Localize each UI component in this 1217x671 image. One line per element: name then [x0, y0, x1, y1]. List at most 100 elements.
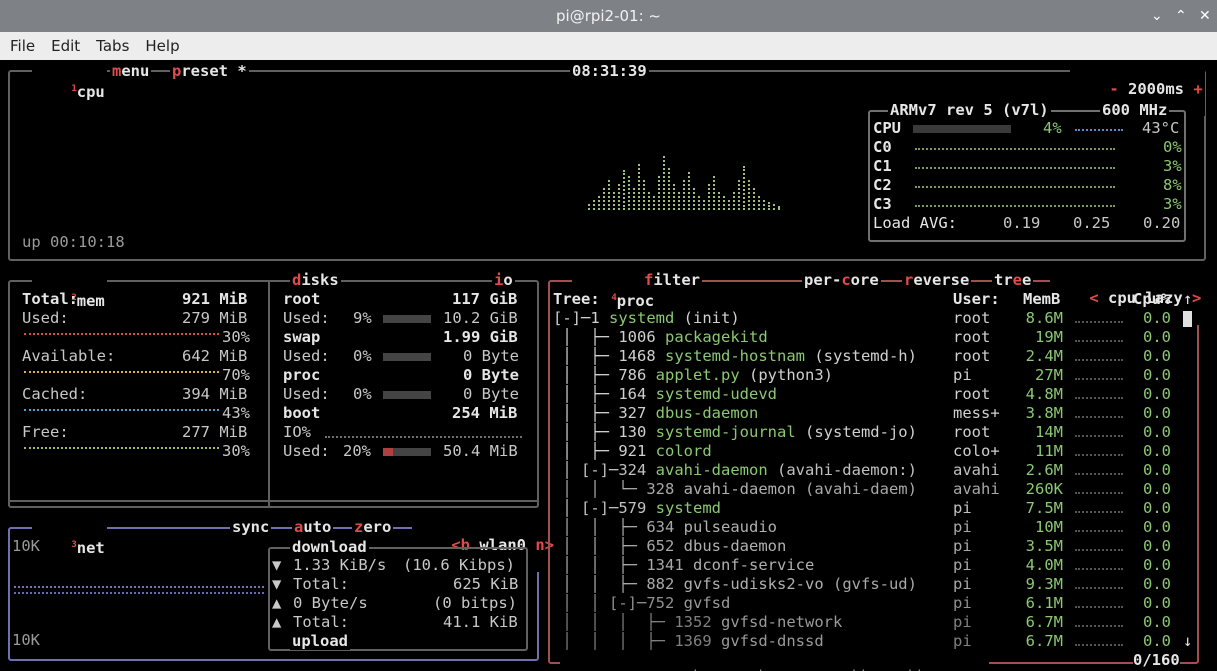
process-cpu: 0.0 — [1143, 537, 1171, 555]
process-row[interactable]: │ │ │ ├─ 1369 gvfsd-dnssd — [553, 632, 948, 651]
process-cpu: 0.0 — [1143, 480, 1171, 498]
disk-swap-used-label: Used: — [283, 347, 330, 365]
mem-row-value: 279 MiB — [182, 309, 248, 327]
net-ul-total-arrow: ▲ — [272, 613, 282, 631]
net-zero[interactable]: zero — [352, 518, 394, 536]
proc-sort[interactable]: < cpu lazy > — [1050, 271, 1204, 325]
disk-proc-used-pct: 0% — [353, 385, 372, 403]
cpu-graph-bar — [643, 180, 645, 210]
proc-per-core[interactable]: per-core — [802, 271, 881, 289]
scroll-up-icon[interactable]: ↑ — [1183, 290, 1192, 309]
process-pid: 752 — [646, 594, 675, 612]
process-row[interactable]: │ │ ├─ 652 dbus-daemon — [553, 537, 948, 556]
clock: 08:31:39 — [570, 62, 649, 80]
process-cpu: 0.0 — [1143, 461, 1171, 479]
io-toggle[interactable]: io — [492, 271, 515, 289]
mem-row-label: Available: — [22, 347, 116, 365]
menu-edit[interactable]: Edit — [51, 37, 80, 55]
load-1: 0.19 — [1003, 214, 1041, 232]
menu-file[interactable]: File — [10, 37, 35, 55]
process-cpu-graph — [1075, 625, 1123, 630]
process-row[interactable]: │ │ │ ├─ 1352 gvfsd-network — [553, 613, 948, 632]
mem-row-value: 394 MiB — [182, 385, 248, 403]
proc-reverse[interactable]: reverse — [902, 271, 972, 289]
cpu-graph-bar — [698, 196, 700, 210]
net-auto[interactable]: auto — [292, 518, 334, 536]
process-row[interactable]: │ │ [-]─752 gvfsd — [553, 594, 948, 613]
net-ul-total-label: Total: — [293, 613, 349, 631]
interval-plus[interactable]: + — [1193, 80, 1202, 98]
preset-tab[interactable]: reset * — [181, 62, 246, 80]
process-args: (avahi-daemon:) — [767, 461, 917, 479]
col-cpu[interactable]: Cpu% — [1133, 290, 1170, 309]
disk-swap-meter — [383, 347, 431, 366]
minimize-icon[interactable]: ⌄ — [1151, 0, 1163, 32]
col-mem[interactable]: MemB — [1023, 290, 1060, 309]
disk-proc-meter — [383, 385, 431, 404]
process-row[interactable]: │ ├─ 327 dbus-daemon — [553, 404, 948, 423]
process-cpu: 0.0 — [1143, 575, 1171, 593]
process-mem: 3.8M — [1025, 404, 1063, 422]
process-row[interactable]: │ ├─ 130 systemd-journal (systemd-jo) — [553, 423, 948, 442]
cpu-temp-graph — [1075, 129, 1123, 134]
process-cpu: 0.0 — [1143, 556, 1171, 574]
process-row[interactable]: │ ├─ 1468 systemd-hostnam (systemd-h) — [553, 347, 948, 366]
process-row[interactable]: │ │ ├─ 634 pulseaudio — [553, 518, 948, 537]
disks-title[interactable]: disks — [290, 271, 341, 289]
process-cpu-graph — [1075, 435, 1123, 440]
disk-proc-size: 0 Byte — [463, 366, 519, 384]
process-cpu-graph — [1075, 397, 1123, 402]
process-tree-prefix: │ │ ├─ — [553, 537, 647, 555]
process-args: (init) — [674, 309, 740, 327]
process-cpu: 0.0 — [1143, 632, 1171, 650]
process-row[interactable]: [-]─1 systemd (init) — [553, 309, 948, 328]
menu-tabs[interactable]: Tabs — [96, 37, 129, 55]
process-tree-prefix: [-]─ — [553, 309, 591, 327]
cpu-graph-bar — [773, 204, 775, 210]
proc-filter[interactable]: filter — [642, 271, 703, 289]
maximize-icon[interactable]: ⌃ — [1175, 0, 1187, 32]
net-sync[interactable]: sync — [230, 518, 272, 536]
process-row[interactable]: │ ├─ 164 systemd-udevd — [553, 385, 948, 404]
process-mem: 6.7M — [1025, 613, 1063, 631]
load-15: 0.20 — [1143, 214, 1181, 232]
scrollbar-thumb[interactable] — [1183, 311, 1192, 327]
menu-help[interactable]: Help — [145, 37, 179, 55]
sort-next[interactable]: > — [1192, 289, 1201, 307]
proc-title: proc — [616, 292, 655, 311]
process-mem: 2.4M — [1025, 347, 1063, 365]
process-row[interactable]: │ [-]─324 avahi-daemon (avahi-daemon:) — [553, 461, 948, 480]
interval-minus[interactable]: - — [1109, 80, 1118, 98]
process-name: dbus-daemon — [683, 537, 787, 555]
close-icon[interactable]: ✕ — [1199, 0, 1211, 32]
process-cpu: 0.0 — [1143, 499, 1171, 517]
process-row[interactable]: │ │ ├─ 882 gvfs-udisks2-vo (gvfs-ud) — [553, 575, 948, 594]
process-row[interactable]: │ │ ├─ 1341 dconf-service — [553, 556, 948, 575]
process-row[interactable]: │ [-]─579 systemd — [553, 499, 948, 518]
scroll-down-icon[interactable]: ↓ — [1183, 632, 1192, 651]
process-pid: 1341 — [646, 556, 684, 574]
col-user[interactable]: User: — [953, 290, 1000, 309]
process-mem: 19M — [1035, 328, 1063, 346]
process-cpu-graph — [1075, 587, 1123, 592]
cpu-graph-bar — [618, 184, 620, 210]
core-label: C3 — [873, 195, 892, 213]
core-pct: 8% — [1163, 176, 1182, 194]
col-tree[interactable]: Tree: — [553, 290, 600, 309]
cpu-total-meter — [913, 119, 1011, 138]
mem-row-label: Cached: — [22, 385, 88, 403]
terminal[interactable]: 1cpu menu preset * 08:31:39 - 2000ms + u… — [0, 60, 1217, 671]
process-cpu: 0.0 — [1143, 385, 1171, 403]
menu-tab[interactable]: enu — [121, 62, 149, 80]
interval-value: 2000ms — [1128, 80, 1185, 98]
process-row[interactable]: │ ├─ 786 applet.py (python3) — [553, 366, 948, 385]
mem-total-value: 921 MiB — [182, 290, 248, 308]
proc-tree[interactable]: tree — [992, 271, 1034, 289]
cpu-tab[interactable]: cpu — [77, 83, 105, 101]
process-row[interactable]: │ ├─ 1006 packagekitd — [553, 328, 948, 347]
process-user: pi — [953, 518, 972, 536]
disk-proc-used: 0 Byte — [463, 385, 519, 403]
process-row[interactable]: │ │ └─ 328 avahi-daemon (avahi-daem) — [553, 480, 948, 499]
process-row[interactable]: │ ├─ 921 colord — [553, 442, 948, 461]
sort-prev[interactable]: < — [1089, 289, 1098, 307]
